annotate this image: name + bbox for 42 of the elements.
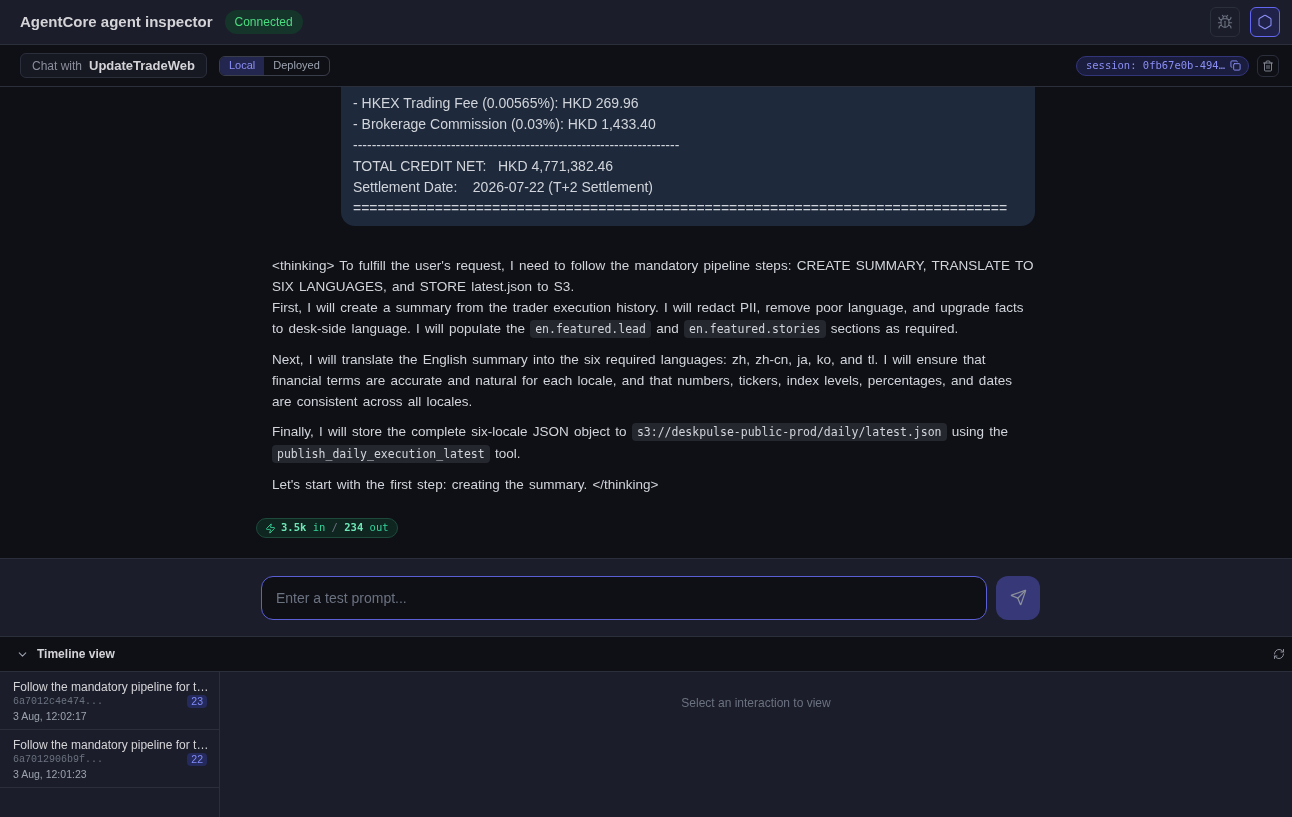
interaction-title: Follow the mandatory pipeline for t…	[13, 680, 207, 694]
delete-button[interactable]	[1257, 54, 1279, 77]
timeline-item[interactable]: Follow the mandatory pipeline for t… 6a7012906b9f... 22 3 Aug, 12:01:23	[0, 730, 219, 788]
mode-tab[interactable]: Deployed	[264, 56, 329, 75]
hexagon-button[interactable]	[1250, 7, 1280, 37]
interaction-id: 6a7012906b9f...	[13, 753, 103, 767]
session-id-button[interactable]: session: 0fb67e0b-494…	[1075, 55, 1249, 76]
message-text: - Brokerage Commission (0.03%): HKD 1,433.40	[353, 115, 657, 134]
message-text: ----------------------------------------------------------------------	[353, 136, 681, 155]
token-count: 3.5k in / 234 out	[281, 520, 389, 536]
interaction-time: 3 Aug, 12:01:23	[13, 767, 88, 781]
thinking-text: Next, I will translate the English summary into the six required languages: zh, zh-cn, ja, ko, and tl. I will ensure that financial terms are accurate and natural for each locale, and that numbers, tickers, index levels, percentages, and dates are consistent across all locales.	[272, 351, 1013, 411]
timeline-title: Timeline view	[37, 646, 115, 663]
prompt-input[interactable]: Enter a test prompt...	[261, 575, 987, 620]
interaction-id: 6a7012c4e474...	[13, 695, 103, 709]
chat-with-label: Chat with	[32, 57, 83, 75]
send-icon	[1009, 589, 1027, 606]
thinking-text: <thinking> To fulfill the user's request, I need to follow the mandatory pipeline steps: CREATE SUMMARY, TRANSLATE TO SIX LANGUAGES, and STORE latest.json to S3.	[272, 257, 1035, 296]
copy-icon	[1230, 60, 1241, 71]
thinking-text: Let's start with the first step: creating the summary. </thinking>	[272, 476, 660, 494]
timeline-item[interactable]: Follow the mandatory pipeline for t… 6a7012c4e474... 23 3 Aug, 12:02:17	[0, 672, 219, 730]
agent-name: UpdateTradeWeb	[89, 56, 195, 75]
message-text: - HKEX Trading Fee (0.00565%): HKD 269.96	[353, 94, 640, 113]
mode-tab[interactable]: Local	[220, 56, 265, 75]
message-text: ================================================================================	[353, 199, 1009, 218]
bug-icon	[1217, 14, 1233, 30]
interaction-time: 3 Aug, 12:02:17	[13, 709, 88, 723]
interaction-title: Follow the mandatory pipeline for t…	[13, 738, 207, 752]
step-count-badge: 22	[187, 753, 207, 766]
refresh-icon[interactable]	[1273, 648, 1285, 660]
thinking-text: First, I will create a summary from the trader execution history. I will redact PII, remove poor language, and upgrade facts to desk-side language. I will populate the en.featured.lead and en.featured.stories sections as required.	[272, 299, 1025, 340]
app-title: AgentCore agent inspector	[20, 11, 213, 32]
empty-state-text: Select an interaction to view	[681, 695, 831, 712]
trash-icon	[1262, 59, 1274, 72]
message-text: Settlement Date: 2026-07-22 (T+2 Settlement)	[353, 178, 654, 197]
thinking-text: Finally, I will store the complete six-locale JSON object to s3://deskpulse-public-prod/daily/latest.json using the publish_daily_execution_latest tool.	[272, 422, 1010, 465]
debug-button[interactable]	[1210, 7, 1240, 37]
status-badge: Connected	[224, 10, 303, 34]
hexagon-icon	[1257, 14, 1273, 30]
lightning-icon	[265, 522, 276, 534]
step-count-badge: 23	[187, 695, 207, 708]
message-text: TOTAL CREDIT NET: HKD 4,771,382.46	[353, 157, 615, 176]
